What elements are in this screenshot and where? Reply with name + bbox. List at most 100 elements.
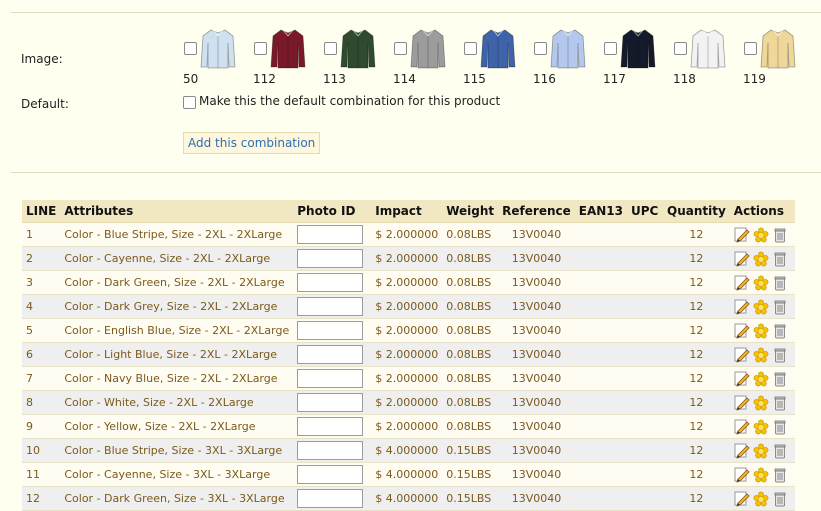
photo-id-input[interactable] [297, 489, 364, 508]
image-checkbox[interactable] [464, 42, 477, 55]
row-ean13 [574, 366, 627, 391]
row-weight: 0.08LBS [442, 246, 499, 271]
delete-trash-icon[interactable] [772, 251, 788, 267]
make-default-star-icon[interactable] [753, 443, 769, 459]
delete-trash-icon[interactable] [772, 395, 788, 411]
header-actions: Actions [729, 200, 795, 223]
image-label: Image: [21, 52, 63, 66]
delete-trash-icon[interactable] [772, 323, 788, 339]
edit-pencil-icon[interactable] [734, 491, 750, 507]
photo-id-input[interactable] [297, 417, 364, 436]
photo-id-input[interactable] [297, 273, 364, 292]
row-line-number: 12 [22, 486, 61, 511]
make-default-star-icon[interactable] [753, 467, 769, 483]
shirt-thumbnail[interactable] [268, 27, 308, 69]
shirt-thumbnail[interactable] [618, 27, 658, 69]
table-row[interactable]: 3 Color - Dark Green, Size - 2XL - 2XLarg… [22, 270, 795, 295]
edit-pencil-icon[interactable] [734, 275, 750, 291]
table-row[interactable]: 4 Color - Dark Grey, Size - 2XL - 2XLarge… [22, 294, 795, 319]
image-checkbox[interactable] [744, 42, 757, 55]
make-default-star-icon[interactable] [753, 395, 769, 411]
make-default-star-icon[interactable] [753, 347, 769, 363]
delete-trash-icon[interactable] [772, 467, 788, 483]
edit-pencil-icon[interactable] [734, 227, 750, 243]
shirt-thumbnail[interactable] [548, 27, 588, 69]
image-id-label: 116 [533, 72, 556, 86]
delete-trash-icon[interactable] [772, 347, 788, 363]
edit-pencil-icon[interactable] [734, 395, 750, 411]
row-reference: 13V0040 [498, 342, 575, 367]
shirt-thumbnail[interactable] [478, 27, 518, 69]
photo-id-input[interactable] [297, 441, 364, 460]
row-attributes: Color - Blue Stripe, Size - 2XL - 2XLarg… [60, 222, 294, 247]
table-row[interactable]: 9 Color - Yellow, Size - 2XL - 2XLarge $ 2… [22, 414, 795, 439]
image-checkbox[interactable] [604, 42, 617, 55]
delete-trash-icon[interactable] [772, 371, 788, 387]
shirt-thumbnail[interactable] [408, 27, 448, 69]
make-default-star-icon[interactable] [753, 227, 769, 243]
shirt-thumbnail[interactable] [198, 27, 238, 69]
table-row[interactable]: 7 Color - Navy Blue, Size - 2XL - 2XLarge… [22, 366, 795, 391]
make-default-star-icon[interactable] [753, 275, 769, 291]
row-attributes: Color - Dark Grey, Size - 2XL - 2XLarge [60, 294, 294, 319]
image-option: 114 [392, 28, 462, 88]
delete-trash-icon[interactable] [772, 227, 788, 243]
image-id-label: 114 [393, 72, 416, 86]
make-default-star-icon[interactable] [753, 419, 769, 435]
row-attributes: Color - Cayenne, Size - 2XL - 2XLarge [60, 246, 294, 271]
edit-pencil-icon[interactable] [734, 299, 750, 315]
photo-id-input[interactable] [297, 225, 364, 244]
edit-pencil-icon[interactable] [734, 443, 750, 459]
photo-id-input[interactable] [297, 393, 364, 412]
make-default-star-icon[interactable] [753, 299, 769, 315]
table-row[interactable]: 1 Color - Blue Stripe, Size - 2XL - 2XLar… [22, 222, 795, 247]
row-line-number: 2 [22, 246, 61, 271]
delete-trash-icon[interactable] [772, 443, 788, 459]
shirt-thumbnail[interactable] [338, 27, 378, 69]
make-default-star-icon[interactable] [753, 251, 769, 267]
table-row[interactable]: 2 Color - Cayenne, Size - 2XL - 2XLarge $ … [22, 246, 795, 271]
edit-pencil-icon[interactable] [734, 347, 750, 363]
image-checkbox[interactable] [674, 42, 687, 55]
add-combination-button[interactable]: Add this combination [183, 132, 321, 154]
image-checkbox[interactable] [254, 42, 267, 55]
image-checkbox[interactable] [184, 42, 197, 55]
delete-trash-icon[interactable] [772, 491, 788, 507]
row-attributes: Color - White, Size - 2XL - 2XLarge [60, 390, 294, 415]
edit-pencil-icon[interactable] [734, 323, 750, 339]
table-row[interactable]: 5 Color - English Blue, Size - 2XL - 2XLa… [22, 318, 795, 343]
table-row[interactable]: 8 Color - White, Size - 2XL - 2XLarge $ 2.… [22, 390, 795, 415]
image-id-label: 119 [743, 72, 766, 86]
table-row[interactable]: 10 Color - Blue Stripe, Size - 3XL - 3XLa… [22, 438, 795, 463]
delete-trash-icon[interactable] [772, 275, 788, 291]
photo-id-input[interactable] [297, 249, 364, 268]
image-checkbox[interactable] [394, 42, 407, 55]
image-id-label: 112 [253, 72, 276, 86]
edit-pencil-icon[interactable] [734, 371, 750, 387]
edit-pencil-icon[interactable] [734, 467, 750, 483]
image-option: 115 [462, 28, 532, 88]
image-checkbox[interactable] [324, 42, 337, 55]
shirt-thumbnail[interactable] [758, 27, 798, 69]
header-weight: Weight [442, 200, 499, 223]
make-default-star-icon[interactable] [753, 491, 769, 507]
photo-id-input[interactable] [297, 369, 364, 388]
table-row[interactable]: 11 Color - Cayenne, Size - 3XL - 3XLarge $… [22, 462, 795, 487]
delete-trash-icon[interactable] [772, 299, 788, 315]
make-default-star-icon[interactable] [753, 371, 769, 387]
photo-id-input[interactable] [297, 321, 364, 340]
shirt-thumbnail[interactable] [688, 27, 728, 69]
table-row[interactable]: 12 Color - Dark Green, Size - 3XL - 3XLar… [22, 486, 795, 511]
make-default-star-icon[interactable] [753, 323, 769, 339]
edit-pencil-icon[interactable] [734, 251, 750, 267]
row-actions [729, 462, 795, 487]
image-option: 113 [322, 28, 392, 88]
table-row[interactable]: 6 Color - Light Blue, Size - 2XL - 2XLarg… [22, 342, 795, 367]
photo-id-input[interactable] [297, 297, 364, 316]
photo-id-input[interactable] [297, 465, 364, 484]
edit-pencil-icon[interactable] [734, 419, 750, 435]
photo-id-input[interactable] [297, 345, 364, 364]
delete-trash-icon[interactable] [772, 419, 788, 435]
image-checkbox[interactable] [534, 42, 547, 55]
default-combination-checkbox[interactable] [183, 96, 196, 109]
